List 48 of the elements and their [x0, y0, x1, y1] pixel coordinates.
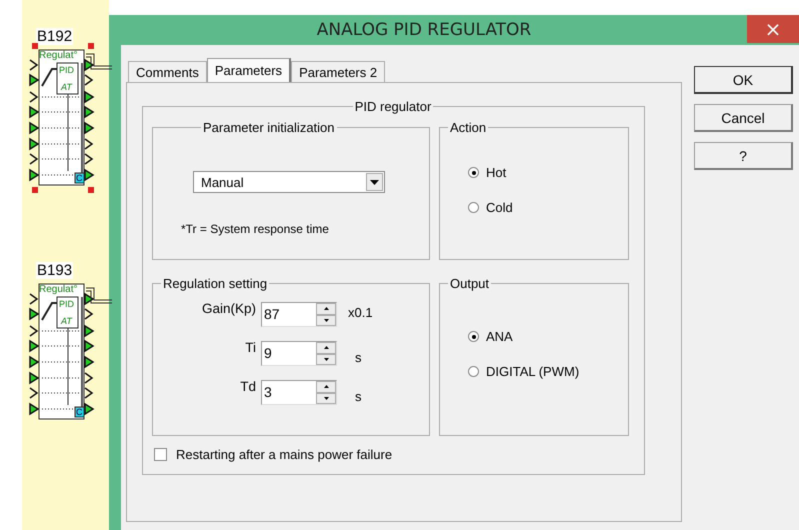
- spin-up-icon[interactable]: [316, 303, 336, 314]
- corner-text: C: [76, 173, 82, 183]
- window-title: ANALOG PID REGULATOR: [316, 20, 532, 40]
- dialog-button[interactable]: Cancel: [694, 104, 793, 132]
- radio-option[interactable]: Cold: [468, 200, 628, 215]
- spin-down-icon[interactable]: [316, 314, 336, 326]
- field-label: Gain(Kp): [200, 301, 257, 316]
- dialog-button[interactable]: OK: [694, 66, 793, 94]
- unit-label: s: [355, 350, 362, 365]
- unit-label: x0.1: [348, 305, 373, 320]
- field-label: Td: [239, 379, 257, 394]
- note-text: *Tr = System response time: [181, 222, 330, 236]
- block-title: Regulat°: [39, 50, 78, 61]
- group-title: Output: [449, 276, 490, 291]
- radio-option[interactable]: Hot: [468, 165, 628, 180]
- spin-up-icon[interactable]: [316, 381, 336, 392]
- field-label: Ti: [244, 340, 257, 355]
- dialog-button[interactable]: ?: [694, 142, 793, 170]
- spin-field[interactable]: 3: [261, 380, 337, 405]
- connection-wire: [86, 286, 112, 306]
- pid-text: PID: [59, 299, 74, 309]
- group-title: PID regulator: [354, 99, 432, 114]
- function-block-drawing[interactable]: [29, 284, 94, 420]
- at-text: AT: [61, 316, 72, 326]
- spin-down-icon[interactable]: [316, 392, 336, 404]
- tab[interactable]: Parameters 2: [291, 61, 386, 82]
- spin-field[interactable]: 9: [261, 341, 337, 366]
- group-title: Parameter initialization: [202, 120, 336, 135]
- block-label: B193: [36, 262, 74, 279]
- pid-text: PID: [59, 65, 74, 75]
- checkbox[interactable]: Restarting after a mains power failure: [154, 447, 634, 462]
- corner-text: C: [76, 407, 82, 417]
- group-title: Action: [449, 120, 488, 135]
- block-label: B192: [36, 28, 74, 45]
- spin-down-icon[interactable]: [316, 354, 336, 365]
- close-button[interactable]: ×: [747, 15, 799, 43]
- radio-option[interactable]: ANA: [468, 329, 628, 344]
- spin-field[interactable]: 87: [261, 302, 337, 327]
- block-title: Regulat°: [39, 284, 78, 295]
- radio-option[interactable]: DIGITAL (PWM): [468, 364, 628, 379]
- unit-label: s: [355, 389, 362, 404]
- tab[interactable]: Parameters: [206, 58, 292, 82]
- tab[interactable]: Comments: [128, 61, 207, 82]
- dropdown[interactable]: Manual: [193, 171, 385, 193]
- connection-wire: [86, 52, 112, 72]
- at-text: AT: [61, 82, 72, 92]
- group-title: Regulation setting: [162, 276, 268, 291]
- spin-up-icon[interactable]: [316, 342, 336, 354]
